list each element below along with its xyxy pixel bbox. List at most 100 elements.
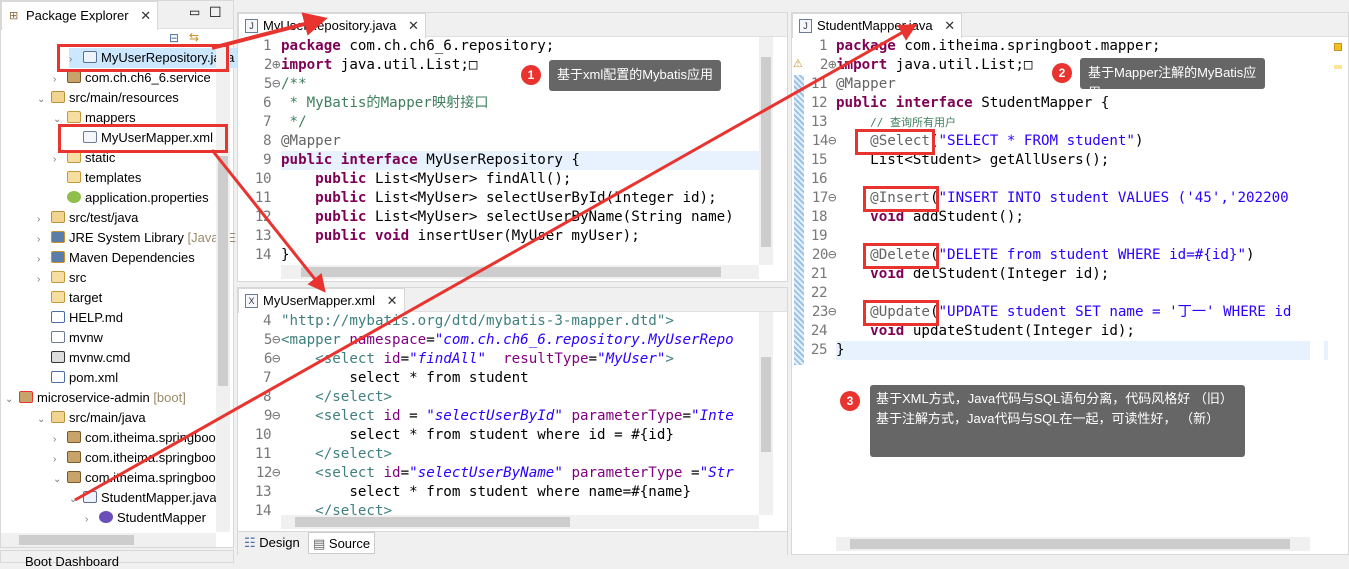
line-number-with-fold-toggle[interactable]: 17⊖	[794, 189, 837, 208]
collapsed-chevron-icon[interactable]: ›	[53, 150, 67, 170]
tree-vertical-scrollbar[interactable]	[216, 46, 230, 532]
code-token: □	[1023, 57, 1033, 73]
expanded-chevron-icon[interactable]: ⌄	[5, 390, 19, 410]
tree-item[interactable]: pom.xml	[37, 368, 118, 388]
line-number: 13	[810, 114, 828, 130]
overview-ruler	[1328, 37, 1348, 537]
close-icon[interactable]: ✕	[944, 18, 955, 33]
package-explorer-panel: ⊞ Package Explorer ✕ ▭ ☐ ⊟ ⇆ › MyUserRepo…	[0, 0, 239, 548]
tree-item[interactable]: ⌄ StudentMapper.java	[69, 488, 217, 508]
expanded-chevron-icon[interactable]: ⌄	[37, 90, 51, 110]
tab-studentmapper-java[interactable]: J StudentMapper.java ✕	[792, 13, 963, 38]
tab-myusermapper-xml[interactable]: X MyUserMapper.xml ✕	[238, 288, 405, 313]
source-icon: ▤	[313, 536, 329, 551]
repo-horizontal-scrollbar[interactable]	[281, 265, 759, 279]
code-line: }	[281, 246, 759, 265]
highlight-insert	[863, 186, 939, 212]
collapsed-chevron-icon[interactable]: ›	[53, 70, 67, 90]
code-token: id	[383, 408, 401, 424]
collapsed-chevron-icon[interactable]: ›	[85, 510, 99, 530]
collapsed-chevron-icon[interactable]: ›	[37, 230, 51, 250]
boot-dashboard-tab[interactable]: Boot Dashboard	[25, 554, 119, 569]
code-token: id	[383, 351, 401, 367]
link-editor-icon[interactable]: ⇆	[189, 30, 199, 44]
callout-3: 基于XML方式，Java代码与SQL语句分离，代码风格好 （旧） 基于注解方式，…	[870, 385, 1245, 457]
code-token: public	[315, 171, 367, 187]
line-number-with-fold-toggle[interactable]: 5⊖	[238, 331, 280, 350]
line-number-with-fold-toggle[interactable]: 2⊕	[794, 56, 837, 75]
code-line: public List<MyUser> selectUserById(Integ…	[281, 189, 759, 208]
line-number: 6	[262, 95, 272, 111]
line-number-with-fold-toggle[interactable]: 23⊖	[794, 303, 837, 322]
tree-item[interactable]: ⌄ src/main/java	[37, 408, 146, 428]
expanded-chevron-icon[interactable]: ⌄	[69, 490, 83, 510]
tree-item[interactable]: › JRE System Library [JavaSE	[37, 228, 236, 248]
line-number-with-fold-toggle[interactable]: 12⊖	[238, 464, 280, 483]
collapsed-chevron-icon[interactable]: ›	[37, 270, 51, 290]
tree-item-label: templates	[85, 170, 142, 185]
close-icon[interactable]: ✕	[140, 8, 151, 23]
collapse-all-icon[interactable]: ⊟	[169, 31, 179, 45]
close-icon[interactable]: ✕	[387, 293, 398, 308]
tree-item-label: StudentMapper.java	[101, 490, 217, 505]
xml-horizontal-scrollbar[interactable]	[281, 515, 759, 529]
tree-item[interactable]: › src	[37, 268, 86, 288]
tree-item[interactable]: mvnw.cmd	[37, 348, 130, 368]
line-number-with-fold-toggle[interactable]: 20⊖	[794, 246, 837, 265]
callout-badge-3: 3	[840, 391, 860, 411]
tree-item[interactable]: ⌄ src/main/resources	[37, 88, 179, 108]
line-number-with-fold-toggle[interactable]: 9⊖	[238, 407, 280, 426]
tree-item[interactable]: ⌄ microservice-admin [boot]	[5, 388, 186, 408]
repo-vertical-scrollbar[interactable]	[759, 37, 773, 265]
xml-vertical-scrollbar[interactable]	[759, 312, 773, 515]
line-number: 15	[810, 152, 828, 168]
tree-item[interactable]: application.properties	[53, 188, 209, 208]
tree-item[interactable]: › Maven Dependencies	[37, 248, 195, 268]
tree-item-label: com.itheima.springboot	[85, 430, 220, 445]
code-token: "UPDATE student SET name = '丁一' WHERE id	[938, 304, 1292, 320]
tree-item[interactable]: mvnw	[37, 328, 103, 348]
collapsed-chevron-icon[interactable]: ›	[53, 430, 67, 450]
tab-label: MyUserMapper.xml	[263, 293, 375, 308]
code-token: namespace	[349, 332, 427, 348]
tree-item[interactable]: › com.itheima.springboot	[53, 428, 219, 448]
line-number-with-fold-toggle[interactable]: 5⊖	[238, 75, 281, 94]
tree-item[interactable]: target	[37, 288, 102, 308]
line-number: 11	[254, 190, 272, 206]
code-token: "Inte	[691, 408, 734, 424]
collapsed-chevron-icon[interactable]: ›	[53, 450, 67, 470]
tree-item[interactable]: › src/test/java	[37, 208, 138, 228]
student-horizontal-scrollbar[interactable]	[836, 537, 1310, 551]
tab-myuserrepository[interactable]: J MyUserRepository.java ✕	[238, 13, 426, 38]
tree-horizontal-scrollbar[interactable]	[1, 533, 216, 547]
highlight-myuserrepository	[57, 44, 229, 72]
tree-item[interactable]: ⌄ com.itheima.springboot.	[53, 468, 223, 488]
line-number: 10	[254, 427, 272, 443]
maven-pom-icon	[51, 371, 65, 383]
student-vertical-scrollbar[interactable]	[1310, 37, 1324, 537]
code-token: List<MyUser> findAll();	[366, 171, 572, 187]
collapsed-chevron-icon[interactable]: ›	[37, 210, 51, 230]
code-token: insertUser(MyUser myUser);	[409, 228, 640, 244]
line-number-with-fold-toggle[interactable]: 2⊕	[238, 56, 281, 75]
close-icon[interactable]: ✕	[408, 18, 419, 33]
expanded-chevron-icon[interactable]: ⌄	[37, 410, 51, 430]
tree-item[interactable]: templates	[53, 168, 141, 188]
code-token: java.util.List;	[887, 57, 1024, 73]
tab-package-explorer[interactable]: ⊞ Package Explorer ✕	[1, 1, 159, 30]
code-area[interactable]: "http://mybatis.org/dtd/mybatis-3-mapper…	[281, 312, 759, 515]
collapsed-chevron-icon[interactable]: ›	[37, 250, 51, 270]
tree-item-label: com.itheima.springboot.	[85, 450, 224, 465]
tab-source[interactable]: ▤ Source	[308, 532, 376, 554]
boot-dashboard-tabbar: Boot Dashboard	[0, 550, 234, 569]
tab-design[interactable]: ☷ Design	[244, 535, 300, 551]
tree-item[interactable]: › StudentMapper	[85, 508, 206, 528]
tree-item[interactable]: › com.itheima.springboot.	[53, 448, 223, 468]
maximize-icon[interactable]: ☐	[209, 4, 222, 21]
minimize-icon[interactable]: ▭	[189, 5, 200, 19]
expanded-chevron-icon[interactable]: ⌄	[53, 470, 67, 490]
line-number-with-fold-toggle[interactable]: 6⊖	[238, 350, 280, 369]
line-number-with-fold-toggle[interactable]: 14⊖	[794, 132, 837, 151]
tree-item[interactable]: HELP.md	[37, 308, 123, 328]
